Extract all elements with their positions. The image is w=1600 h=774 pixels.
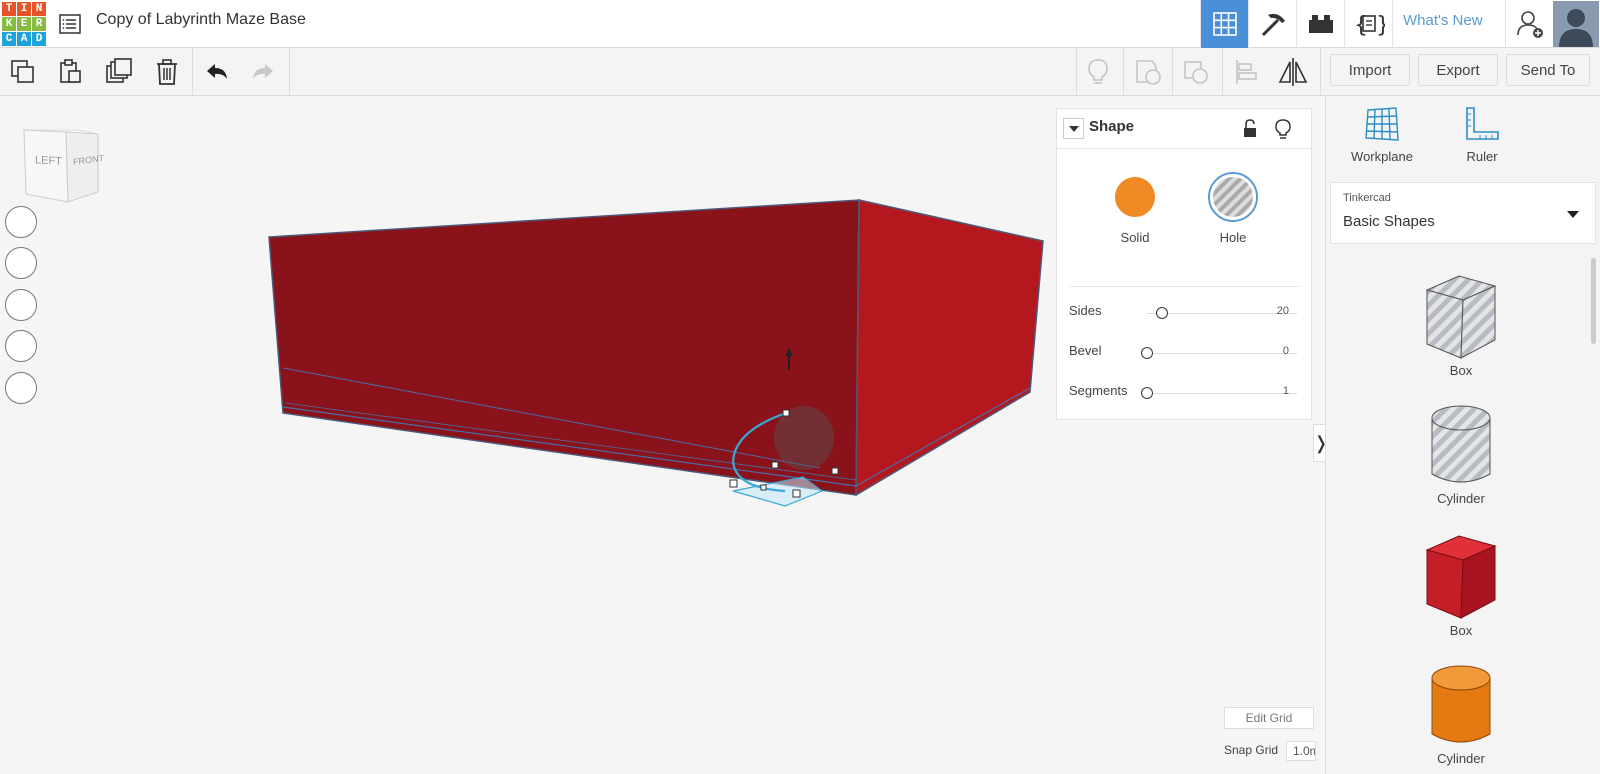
- logo-letter: K: [2, 17, 16, 31]
- light-bulb-icon[interactable]: [1275, 118, 1291, 145]
- shape-inspector-header: Shape: [1057, 109, 1311, 149]
- codeblocks-icon[interactable]: {}: [1344, 0, 1392, 48]
- cylinder-solid-icon: [1431, 665, 1491, 743]
- toolbar-separator: [1123, 48, 1124, 96]
- edit-toolbar: Import Export Send To: [0, 48, 1600, 96]
- box-solid-icon: [1425, 535, 1497, 619]
- mirror-icon[interactable]: [1275, 55, 1311, 89]
- logo-letter: R: [32, 17, 46, 31]
- shape-item-box-hole[interactable]: Box: [1386, 274, 1536, 378]
- param-label: Bevel: [1069, 343, 1102, 358]
- ruler-tool[interactable]: Ruler: [1448, 106, 1516, 164]
- menu-list-icon[interactable]: [58, 12, 82, 36]
- logo-letter: D: [32, 32, 46, 46]
- logo-letter: C: [2, 32, 16, 46]
- ruler-label: Ruler: [1466, 149, 1498, 164]
- shape-library-select[interactable]: Tinkercad Basic Shapes: [1330, 182, 1596, 244]
- snap-grid-label: Snap Grid: [1224, 743, 1279, 757]
- svg-text:}: }: [1376, 13, 1385, 38]
- whats-new-link[interactable]: What's New: [1403, 12, 1483, 29]
- collapse-inspector-button[interactable]: [1063, 118, 1084, 139]
- paste-icon[interactable]: [52, 55, 88, 89]
- align-icon[interactable]: [1228, 55, 1264, 89]
- shape-item-label: Cylinder: [1437, 491, 1485, 506]
- edit-grid-button[interactable]: Edit Grid: [1224, 707, 1314, 729]
- param-slider-knob[interactable]: [1141, 387, 1153, 399]
- shape-item-label: Box: [1449, 363, 1473, 378]
- inspector-divider: [1069, 286, 1301, 287]
- export-button[interactable]: Export: [1418, 54, 1498, 86]
- bricks-icon[interactable]: [1296, 0, 1344, 48]
- logo-letter: N: [32, 2, 46, 16]
- delete-icon[interactable]: [149, 55, 185, 89]
- library-category: Tinkercad: [1343, 192, 1391, 204]
- toolbar-separator: [1172, 48, 1173, 96]
- shape-item-cylinder-solid[interactable]: Cylinder: [1386, 664, 1536, 766]
- shape-item-label: Box: [1449, 623, 1473, 638]
- whats-new-divider: [1392, 0, 1393, 48]
- group-icon[interactable]: [1130, 55, 1166, 89]
- param-label: Sides: [1069, 303, 1102, 318]
- param-slider-track[interactable]: [1147, 393, 1297, 394]
- toolbar-separator: [1320, 48, 1321, 96]
- solid-label: Solid: [1120, 230, 1150, 245]
- add-user-icon[interactable]: [1505, 0, 1553, 48]
- send-to-button[interactable]: Send To: [1506, 54, 1590, 86]
- workplane-tool[interactable]: Workplane: [1348, 106, 1416, 164]
- logo-letter: T: [2, 2, 16, 16]
- avatar[interactable]: [1553, 1, 1599, 47]
- document-title[interactable]: Copy of Labyrinth Maze Base: [96, 11, 306, 29]
- logo-letter: I: [17, 2, 31, 16]
- shapes-scrollbar[interactable]: [1591, 258, 1596, 344]
- param-slider-knob[interactable]: [1141, 347, 1153, 359]
- shapes-panel: Workplane Ruler Tinkercad Basic Shapes B…: [1325, 96, 1600, 774]
- pickaxe-icon[interactable]: [1248, 0, 1296, 48]
- param-slider-knob[interactable]: [1156, 307, 1168, 319]
- box-hole-icon: [1425, 275, 1497, 359]
- light-bulb-icon[interactable]: [1080, 55, 1116, 89]
- cylinder-hole-icon: [1431, 405, 1491, 483]
- 3d-design-grid-icon[interactable]: [1200, 0, 1248, 48]
- param-value[interactable]: 0: [1283, 345, 1289, 357]
- duplicate-icon[interactable]: [101, 55, 137, 89]
- chevron-down-icon: [1567, 211, 1579, 218]
- param-value[interactable]: 20: [1277, 305, 1289, 317]
- hole-option[interactable]: [1208, 172, 1258, 222]
- library-name: Basic Shapes: [1343, 213, 1435, 230]
- param-label: Segments: [1069, 383, 1128, 398]
- param-slider-track[interactable]: [1147, 313, 1297, 314]
- hole-label: Hole: [1219, 230, 1247, 245]
- import-button[interactable]: Import: [1330, 54, 1410, 86]
- shape-item-label: Cylinder: [1437, 751, 1485, 766]
- snap-grid-select[interactable]: 1.0mm: [1286, 741, 1316, 761]
- workplane-icon: [1365, 107, 1399, 141]
- ungroup-icon[interactable]: [1178, 55, 1214, 89]
- tinkercad-logo[interactable]: TIN KER CAD: [2, 2, 46, 46]
- shape-item-box-solid[interactable]: Box: [1386, 534, 1536, 638]
- copy-icon[interactable]: [5, 55, 41, 89]
- toolbar-separator: [1222, 48, 1223, 96]
- ruler-icon: [1466, 107, 1499, 140]
- top-bar: TIN KER CAD Copy of Labyrinth Maze Base {}…: [0, 0, 1600, 48]
- toolbar-separator: [289, 48, 290, 96]
- solid-option[interactable]: [1115, 177, 1155, 217]
- param-slider-track[interactable]: [1147, 353, 1297, 354]
- logo-letter: E: [17, 17, 31, 31]
- redo-icon[interactable]: [245, 55, 281, 89]
- shape-item-cylinder-hole[interactable]: Cylinder: [1386, 404, 1536, 506]
- workplane-label: Workplane: [1351, 149, 1413, 164]
- scene-model[interactable]: [0, 96, 1060, 536]
- lock-icon[interactable]: [1242, 119, 1258, 144]
- toolbar-separator: [192, 48, 193, 96]
- toolbar-separator: [1076, 48, 1077, 96]
- shape-inspector-panel: Shape Solid Hole Sides 20 Bevel 0 Segmen…: [1056, 108, 1312, 420]
- param-value[interactable]: 1: [1283, 385, 1289, 397]
- inspector-title: Shape: [1089, 118, 1135, 135]
- undo-icon[interactable]: [199, 55, 235, 89]
- logo-letter: A: [17, 32, 31, 46]
